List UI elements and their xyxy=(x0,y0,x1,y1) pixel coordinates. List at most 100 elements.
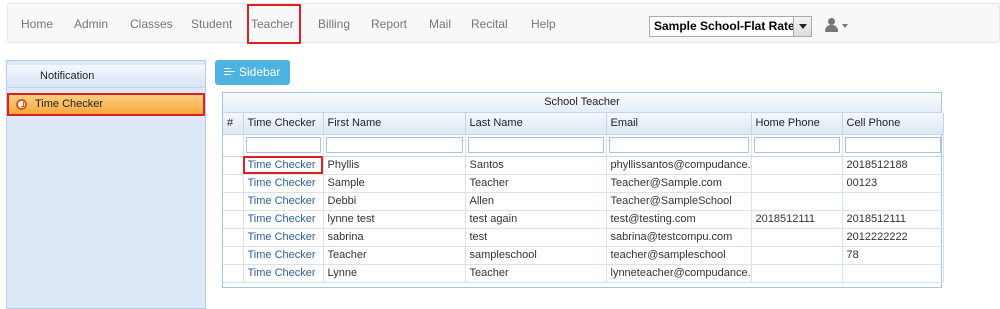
sidebar-toggle-label: Sidebar xyxy=(239,65,281,79)
cell-first-name: Debbi xyxy=(323,192,466,211)
filter-cell-number xyxy=(223,134,244,157)
user-menu[interactable] xyxy=(823,16,853,34)
school-select[interactable]: Sample School-Flat Rate xyxy=(649,16,812,37)
cell-email: Teacher@SampleSchool xyxy=(606,192,752,211)
cell-last-name: Teacher xyxy=(465,264,607,283)
cell-first-name: Teacher xyxy=(323,246,466,265)
sidebar-toggle-button[interactable]: Sidebar xyxy=(215,60,290,85)
cell-number xyxy=(223,228,244,247)
column-header-last-name[interactable]: Last Name xyxy=(465,113,607,135)
time-checker-link[interactable]: Time Checker xyxy=(243,246,324,265)
nav-recital[interactable]: Recital xyxy=(471,4,508,44)
time-checker-link[interactable]: Time Checker xyxy=(243,192,324,211)
time-checker-link[interactable]: Time Checker xyxy=(243,210,324,229)
cell-number xyxy=(223,246,244,265)
list-icon xyxy=(224,68,235,77)
nav-teacher[interactable]: Teacher xyxy=(247,4,301,44)
filter-cell-phone-input[interactable] xyxy=(844,137,941,153)
cell-home-phone xyxy=(751,246,843,265)
cell-first-name: Lynne xyxy=(323,264,466,283)
nav-mail[interactable]: Mail xyxy=(429,4,451,44)
column-header-cell-phone[interactable]: Cell Phone xyxy=(842,113,944,135)
sidebar-item-label: Time Checker xyxy=(35,98,104,110)
cell-cell-phone xyxy=(842,192,944,211)
cell-home-phone: 2018512111 xyxy=(751,210,843,229)
cell-email: phyllissantos@compudance.com xyxy=(606,156,752,175)
nav-billing[interactable]: Billing xyxy=(318,4,350,44)
grid-title: School Teacher xyxy=(223,93,941,113)
column-header-first-name[interactable]: First Name xyxy=(323,113,466,135)
column-header-number[interactable]: # xyxy=(223,113,244,135)
nav-help[interactable]: Help xyxy=(531,4,556,44)
teacher-grid: School Teacher # Time Checker First Name… xyxy=(222,92,944,288)
time-checker-link[interactable]: Time Checker xyxy=(243,228,324,247)
cell-home-phone xyxy=(751,156,843,175)
sidebar-item-notification[interactable]: Notification xyxy=(7,65,205,88)
top-navbar: Home Admin Classes Student Teacher Billi… xyxy=(7,3,1000,44)
cell-cell-phone: 2012222222 xyxy=(842,228,944,247)
nav-classes[interactable]: Classes xyxy=(130,4,173,44)
cell-home-phone xyxy=(751,174,843,193)
table-row[interactable]: Time Checker Lynne Teacher lynneteacher@com… xyxy=(223,264,944,283)
cell-cell-phone: 2018512188 xyxy=(842,156,944,175)
cell-last-name: test xyxy=(465,228,607,247)
column-header-home-phone[interactable]: Home Phone xyxy=(751,113,843,135)
cell-home-phone xyxy=(751,192,843,211)
user-icon-body xyxy=(825,25,838,32)
cell-last-name: Allen xyxy=(465,192,607,211)
time-checker-link[interactable]: Time Checker xyxy=(243,156,324,175)
teacher-table: # Time Checker First Name Last Name Emai… xyxy=(223,113,944,283)
cell-home-phone xyxy=(751,264,843,283)
table-row[interactable]: Time Checker Sample Teacher Teacher@Sample.… xyxy=(223,174,944,193)
cell-number xyxy=(223,192,244,211)
filter-last-name-input[interactable] xyxy=(467,137,604,153)
cell-cell-phone: 2018512111 xyxy=(842,210,944,229)
cell-email: test@testing.com xyxy=(606,210,752,229)
cell-email: teacher@sampleschool xyxy=(606,246,752,265)
sidebar-item-label: Notification xyxy=(40,70,95,82)
nav-admin[interactable]: Admin xyxy=(74,4,108,44)
filter-row xyxy=(223,134,944,157)
cell-number xyxy=(223,156,244,175)
table-row[interactable]: Time Checker Debbi Allen Teacher@SampleScho… xyxy=(223,192,944,211)
filter-first-name[interactable] xyxy=(323,134,466,157)
time-checker-link[interactable]: Time Checker xyxy=(243,264,324,283)
filter-home-phone-input[interactable] xyxy=(753,137,840,153)
filter-first-name-input[interactable] xyxy=(325,137,463,153)
filter-time-checker-input[interactable] xyxy=(245,137,321,153)
cell-number xyxy=(223,210,244,229)
nav-home[interactable]: Home xyxy=(21,4,53,44)
filter-cell-phone[interactable] xyxy=(842,134,944,157)
cell-email: sabrina@testcompu.com xyxy=(606,228,752,247)
table-row[interactable]: Time Checker Teacher sampleschool teacher@s… xyxy=(223,246,944,265)
time-checker-link[interactable]: Time Checker xyxy=(243,174,324,193)
cell-last-name: Santos xyxy=(465,156,607,175)
sidebar-item-time-checker[interactable]: Time Checker xyxy=(7,93,205,116)
school-select-value: Sample School-Flat Rate xyxy=(654,19,795,33)
user-icon xyxy=(828,18,835,25)
nav-student[interactable]: Student xyxy=(191,4,232,44)
cell-last-name: sampleschool xyxy=(465,246,607,265)
cell-number xyxy=(223,264,244,283)
cell-cell-phone: 00123 xyxy=(842,174,944,193)
cell-last-name: test again xyxy=(465,210,607,229)
cell-first-name: Phyllis xyxy=(323,156,466,175)
cell-first-name: sabrina xyxy=(323,228,466,247)
table-row[interactable]: Time Checker lynne test test again test@tes… xyxy=(223,210,944,229)
cell-last-name: Teacher xyxy=(465,174,607,193)
nav-report[interactable]: Report xyxy=(371,4,407,44)
cell-first-name: Sample xyxy=(323,174,466,193)
caret-down-icon xyxy=(842,24,848,28)
filter-email-input[interactable] xyxy=(608,137,749,153)
column-header-time-checker[interactable]: Time Checker xyxy=(243,113,324,135)
sidebar: Notification Time Checker xyxy=(6,60,206,309)
chevron-down-icon[interactable] xyxy=(793,17,811,36)
filter-home-phone[interactable] xyxy=(751,134,843,157)
table-row[interactable]: Time Checker sabrina test sabrina@testcompu… xyxy=(223,228,944,247)
clock-icon xyxy=(16,99,27,110)
filter-time-checker[interactable] xyxy=(243,134,324,157)
filter-last-name[interactable] xyxy=(465,134,607,157)
table-row[interactable]: Time Checker Phyllis Santos phyllissantos@c… xyxy=(223,156,944,175)
filter-email[interactable] xyxy=(606,134,752,157)
column-header-email[interactable]: Email xyxy=(606,113,752,135)
